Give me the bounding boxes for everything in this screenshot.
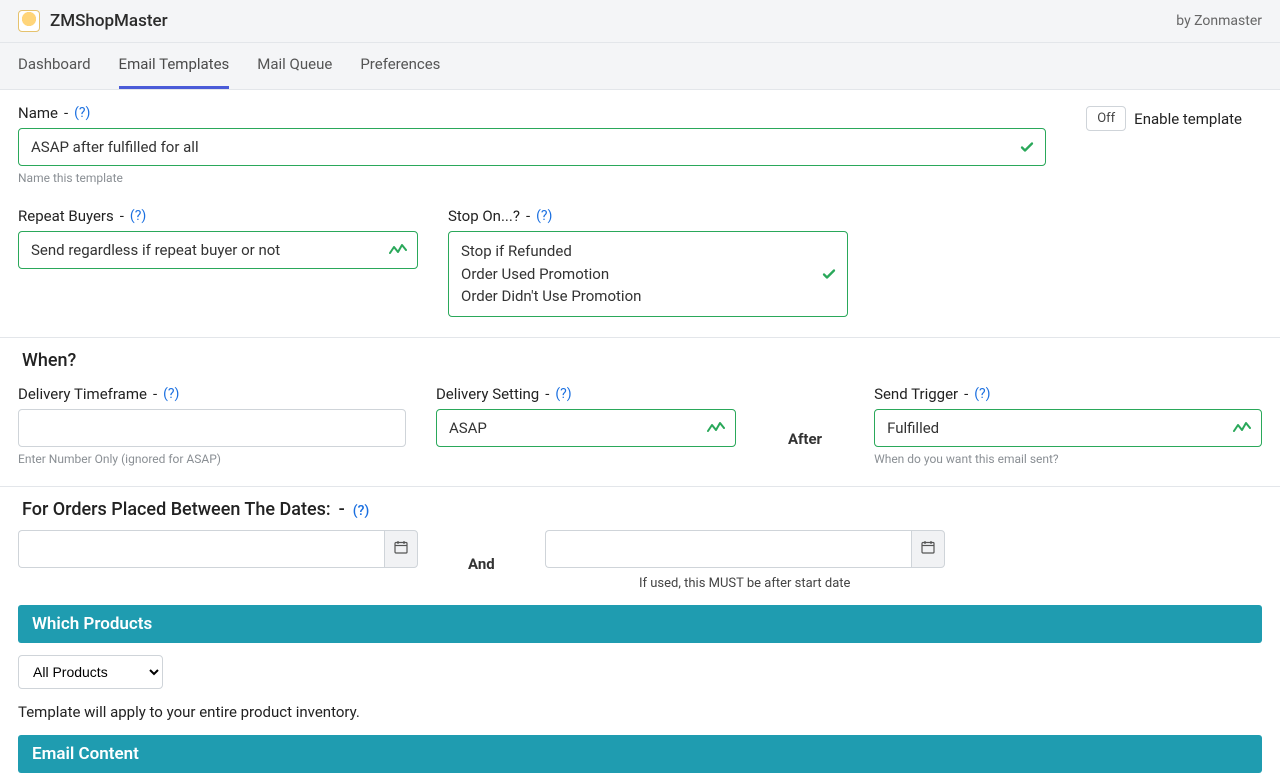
start-date-input[interactable] [18, 530, 384, 568]
which-products-banner: Which Products [18, 605, 1262, 643]
delivery-setting-label-row: Delivery Setting - (?) [436, 385, 736, 403]
timeframe-helper: Enter Number Only (ignored for ASAP) [18, 452, 406, 466]
start-date-calendar-button[interactable] [384, 530, 418, 568]
dates-help-link[interactable]: (?) [353, 503, 370, 519]
send-trigger-select[interactable]: Fulfilled [874, 409, 1262, 447]
name-label-row: Name - (?) [18, 104, 1046, 122]
name-helper: Name this template [18, 171, 1046, 185]
when-section-title: When? [22, 350, 1262, 371]
main-tabs: Dashboard Email Templates Mail Queue Pre… [0, 43, 1280, 90]
name-input-value: ASAP after fulfilled for all [31, 138, 199, 156]
name-label: Name [18, 104, 58, 122]
send-trigger-helper: When do you want this email sent? [874, 452, 1262, 466]
tab-dashboard[interactable]: Dashboard [18, 43, 91, 89]
send-trigger-label: Send Trigger [874, 385, 958, 403]
end-date-group [545, 530, 945, 568]
timeframe-help-link[interactable]: (?) [163, 386, 179, 402]
calendar-icon [921, 540, 935, 558]
delivery-setting-help-link[interactable]: (?) [555, 386, 571, 402]
delivery-setting-label: Delivery Setting [436, 385, 539, 403]
timeframe-label: Delivery Timeframe [18, 385, 147, 403]
repeat-buyers-value: Send regardless if repeat buyer or not [31, 241, 280, 259]
content-area: Name - (?) ASAP after fulfilled for all … [0, 90, 1280, 773]
chart-line-icon [1233, 421, 1251, 435]
brand-byline: by Zonmaster [1176, 13, 1262, 29]
email-content-banner: Email Content [18, 735, 1262, 773]
dates-section-title-row: For Orders Placed Between The Dates: - (… [22, 499, 1262, 520]
repeat-buyers-label: Repeat Buyers [18, 207, 114, 225]
delivery-setting-select[interactable]: ASAP [436, 409, 736, 447]
app-header: ZMShopMaster by Zonmaster [0, 0, 1280, 43]
dates-section-title: For Orders Placed Between The Dates: [22, 499, 331, 520]
enable-toggle-label: Enable template [1134, 110, 1242, 128]
and-label: And [444, 547, 519, 573]
repeat-buyers-label-row: Repeat Buyers - (?) [18, 207, 418, 225]
name-help-link[interactable]: (?) [74, 105, 90, 121]
stop-on-select[interactable]: Stop if Refunded Order Used Promotion Or… [448, 231, 848, 317]
after-label: After [766, 402, 844, 448]
enable-toggle[interactable]: Off [1086, 106, 1126, 131]
start-date-group [18, 530, 418, 568]
stop-on-label-row: Stop On...? - (?) [448, 207, 848, 225]
send-trigger-help-link[interactable]: (?) [974, 386, 990, 402]
brand-name: ZMShopMaster [50, 11, 168, 31]
send-trigger-value: Fulfilled [887, 419, 939, 437]
products-note: Template will apply to your entire produ… [18, 703, 1262, 721]
repeat-buyers-select[interactable]: Send regardless if repeat buyer or not [18, 231, 418, 269]
send-trigger-label-row: Send Trigger - (?) [874, 385, 1262, 403]
stop-on-label: Stop On...? [448, 207, 520, 225]
brand: ZMShopMaster [18, 10, 168, 32]
chart-line-icon [707, 421, 725, 435]
tab-mail-queue[interactable]: Mail Queue [257, 43, 332, 89]
timeframe-input[interactable] [18, 409, 406, 447]
stop-on-option[interactable]: Order Used Promotion [461, 263, 811, 286]
stop-on-help-link[interactable]: (?) [536, 208, 552, 224]
calendar-icon [394, 540, 408, 558]
name-input[interactable]: ASAP after fulfilled for all [18, 128, 1046, 166]
chart-line-icon [389, 243, 407, 257]
repeat-buyers-help-link[interactable]: (?) [130, 208, 146, 224]
timeframe-label-row: Delivery Timeframe - (?) [18, 385, 406, 403]
brand-icon [18, 10, 40, 32]
stop-on-option[interactable]: Order Didn't Use Promotion [461, 285, 811, 308]
end-date-calendar-button[interactable] [911, 530, 945, 568]
end-date-input[interactable] [545, 530, 911, 568]
tab-preferences[interactable]: Preferences [360, 43, 440, 89]
tab-email-templates[interactable]: Email Templates [119, 43, 230, 89]
checkmark-icon [821, 266, 837, 282]
stop-on-option[interactable]: Stop if Refunded [461, 240, 811, 263]
end-date-helper: If used, this MUST be after start date [545, 576, 945, 591]
products-select[interactable]: All Products [18, 655, 163, 689]
checkmark-icon [1019, 139, 1035, 155]
delivery-setting-value: ASAP [449, 419, 487, 437]
